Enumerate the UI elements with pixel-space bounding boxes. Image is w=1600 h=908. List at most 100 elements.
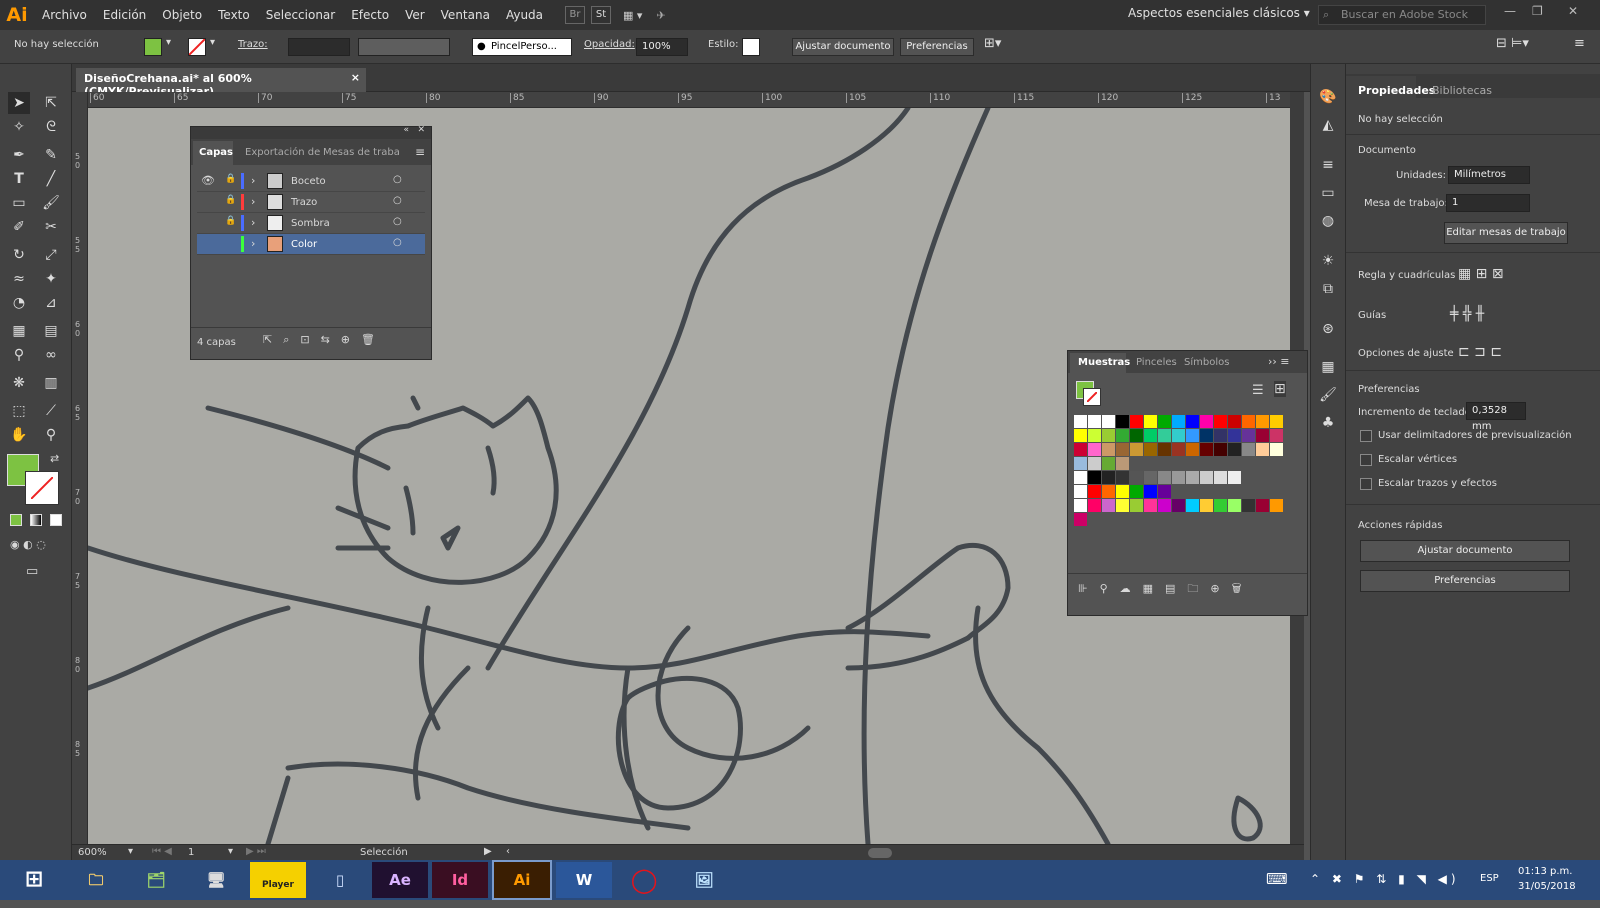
color-swatch[interactable] <box>1186 429 1199 442</box>
menu-efecto[interactable]: Efecto <box>343 0 397 30</box>
edit-artboards-button[interactable]: Editar mesas de trabajo <box>1444 222 1568 244</box>
gradient-panel-icon[interactable]: ▭ <box>1317 182 1339 204</box>
color-swatch[interactable] <box>1144 429 1157 442</box>
layer-row[interactable]: 🔒 › Trazo ○ <box>197 192 425 213</box>
color-swatch[interactable] <box>1270 499 1283 512</box>
color-swatch[interactable] <box>1186 415 1199 428</box>
stroke-panel-icon[interactable]: ≡ <box>1317 154 1339 176</box>
graph-tool-icon[interactable]: ▥ <box>40 372 62 394</box>
color-swatch[interactable] <box>1130 485 1143 498</box>
guides-icon[interactable]: ╪ ╬ ╫ <box>1450 306 1484 322</box>
color-swatch[interactable] <box>1102 443 1115 456</box>
illustrator-app[interactable]: Ai <box>492 860 552 900</box>
direct-selection-tool-icon[interactable]: ⇱ <box>40 92 62 114</box>
arrange-icon[interactable]: ▦ ▾ <box>623 9 642 22</box>
transparency-panel-icon[interactable]: ◍ <box>1317 210 1339 232</box>
color-swatch[interactable] <box>1200 443 1213 456</box>
screen-mode-icon[interactable]: ▭ <box>26 564 38 579</box>
brushes-panel-icon[interactable]: 🖌 <box>1317 384 1339 406</box>
color-swatch[interactable] <box>1144 471 1157 484</box>
swap-colors-icon[interactable]: ⇄ <box>50 452 59 465</box>
color-swatch[interactable] <box>1270 429 1283 442</box>
brush-definition[interactable]: ● PincelPerso... <box>472 38 572 56</box>
color-swatch[interactable] <box>1088 429 1101 442</box>
color-swatch[interactable] <box>1172 415 1185 428</box>
color-swatch[interactable] <box>1228 499 1241 512</box>
lasso-icon[interactable]: ᘓ <box>40 116 62 138</box>
language-indicator[interactable]: ESP <box>1480 873 1499 884</box>
layer-row[interactable]: 👁 🔒 › Boceto ○ <box>197 171 425 192</box>
scroll-left-icon[interactable]: ‹ <box>506 846 510 857</box>
scale-corners-checkbox[interactable] <box>1360 454 1372 466</box>
color-swatch[interactable] <box>1088 499 1101 512</box>
color-swatch[interactable] <box>1102 457 1115 470</box>
panel-menu-icon[interactable]: ≡ <box>415 145 425 159</box>
selection-tool-icon[interactable]: ➤ <box>8 92 30 114</box>
color-swatch[interactable] <box>1088 457 1101 470</box>
color-swatch[interactable] <box>1116 457 1129 470</box>
tab-brushes[interactable]: Pinceles <box>1136 357 1177 368</box>
gpu-icon[interactable]: ✈ <box>656 9 665 22</box>
color-swatch[interactable] <box>1074 457 1087 470</box>
color-swatch[interactable] <box>1088 471 1101 484</box>
color-swatch[interactable] <box>1130 429 1143 442</box>
color-swatch[interactable] <box>1144 415 1157 428</box>
tab-artboards[interactable]: Mesas de traba <box>323 147 400 158</box>
color-swatch[interactable] <box>1074 499 1087 512</box>
color-swatch[interactable] <box>1228 429 1241 442</box>
scale-tool-icon[interactable]: ⤢ <box>40 244 62 266</box>
indesign-app[interactable]: Id <box>432 862 488 898</box>
preview-bounds-checkbox[interactable] <box>1360 430 1372 442</box>
mesh-tool-icon[interactable]: ▦ <box>8 320 30 342</box>
color-swatch[interactable] <box>1130 499 1143 512</box>
chevron-down-icon[interactable]: ▾ <box>166 37 171 48</box>
color-swatch[interactable] <box>1158 415 1171 428</box>
units-select[interactable]: Milímetros <box>1448 166 1530 184</box>
color-swatch[interactable] <box>1172 471 1185 484</box>
color-swatch[interactable] <box>1242 415 1255 428</box>
align-icon[interactable]: ⊟ ⊨▾ <box>1496 36 1529 51</box>
expand-icon[interactable]: › <box>251 195 255 208</box>
color-swatch[interactable] <box>1228 471 1241 484</box>
artboard-select[interactable]: 1 <box>1446 194 1530 212</box>
panel-menu-icon[interactable]: ≡ <box>1574 36 1585 51</box>
clock-date[interactable]: 31/05/2018 <box>1518 881 1576 892</box>
layer-name[interactable]: Boceto <box>291 176 326 187</box>
color-swatch[interactable] <box>1074 485 1087 498</box>
swatch-grid[interactable] <box>1074 415 1284 529</box>
menu-ventana[interactable]: Ventana <box>433 0 498 30</box>
start-button-icon[interactable]: ⊞ <box>6 862 62 898</box>
color-swatch[interactable] <box>1074 443 1087 456</box>
layer-row[interactable]: 🔒 › Sombra ○ <box>197 213 425 234</box>
menu-objeto[interactable]: Objeto <box>154 0 210 30</box>
menu-ver[interactable]: Ver <box>397 0 433 30</box>
menu-ayuda[interactable]: Ayuda <box>498 0 551 30</box>
color-swatch[interactable] <box>1158 429 1171 442</box>
stroke-swatch[interactable] <box>188 38 206 56</box>
file-explorer-icon[interactable]: 🗀 <box>68 862 124 898</box>
bridge-button[interactable]: Br <box>565 6 586 24</box>
minimize-icon[interactable]: — <box>1504 4 1516 18</box>
color-swatch[interactable] <box>1200 499 1213 512</box>
color-swatch[interactable] <box>1102 471 1115 484</box>
opacity-label[interactable]: Opacidad: <box>584 39 635 50</box>
color-swatch[interactable] <box>1074 415 1087 428</box>
eyedropper-icon[interactable]: ⚲ <box>8 344 30 366</box>
magic-wand-icon[interactable]: ✧ <box>8 116 30 138</box>
color-swatch[interactable] <box>1270 443 1283 456</box>
scale-strokes-checkbox[interactable] <box>1360 478 1372 490</box>
lock-icon[interactable]: 🔒 <box>225 195 236 205</box>
color-swatch[interactable] <box>1256 499 1269 512</box>
color-swatch[interactable] <box>1214 443 1227 456</box>
color-swatch[interactable] <box>1158 471 1171 484</box>
color-swatch[interactable] <box>1144 499 1157 512</box>
expand-icon[interactable]: › <box>251 216 255 229</box>
list-view-icon[interactable]: ☰ <box>1252 383 1264 398</box>
notepad-icon[interactable]: ▯ <box>312 862 368 898</box>
color-swatch[interactable] <box>1256 443 1269 456</box>
layer-name[interactable]: Trazo <box>291 197 317 208</box>
zoom-tool-icon[interactable]: ⚲ <box>40 424 62 446</box>
chevron-down-icon[interactable]: ▾ <box>128 846 133 857</box>
color-swatch[interactable] <box>1172 499 1185 512</box>
target-icon[interactable]: ○ <box>393 216 402 227</box>
